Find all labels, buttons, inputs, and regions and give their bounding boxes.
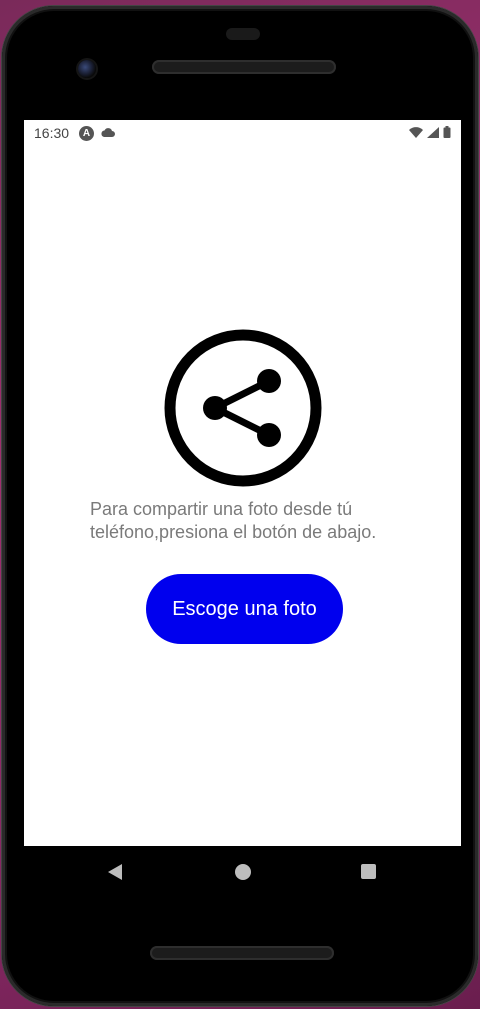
app-screen: 16:30 A Para compartir una foto desde tú… [24, 120, 461, 846]
instruction-text: Para compartir una foto desde tú teléfon… [90, 499, 377, 542]
system-nav-bar [24, 846, 461, 898]
status-time: 16:30 [34, 125, 70, 141]
front-camera [78, 60, 96, 78]
share-icon [164, 329, 322, 487]
choose-photo-button[interactable]: Escoge una foto [146, 574, 343, 644]
earpiece-speaker [152, 60, 336, 74]
cloud-icon [100, 128, 116, 138]
battery-icon [443, 125, 451, 141]
top-sensor-slot [226, 28, 260, 40]
signal-icon [427, 125, 439, 141]
recents-icon[interactable] [361, 864, 376, 879]
home-icon[interactable] [235, 864, 251, 880]
status-bar: 16:30 A [24, 120, 461, 146]
bottom-speaker [150, 946, 334, 960]
status-right-icons [409, 125, 451, 141]
a-badge-icon: A [79, 125, 95, 141]
back-icon[interactable] [108, 864, 122, 880]
wifi-icon [409, 125, 423, 141]
phone-frame: 16:30 A Para compartir una foto desde tú… [2, 6, 478, 1006]
